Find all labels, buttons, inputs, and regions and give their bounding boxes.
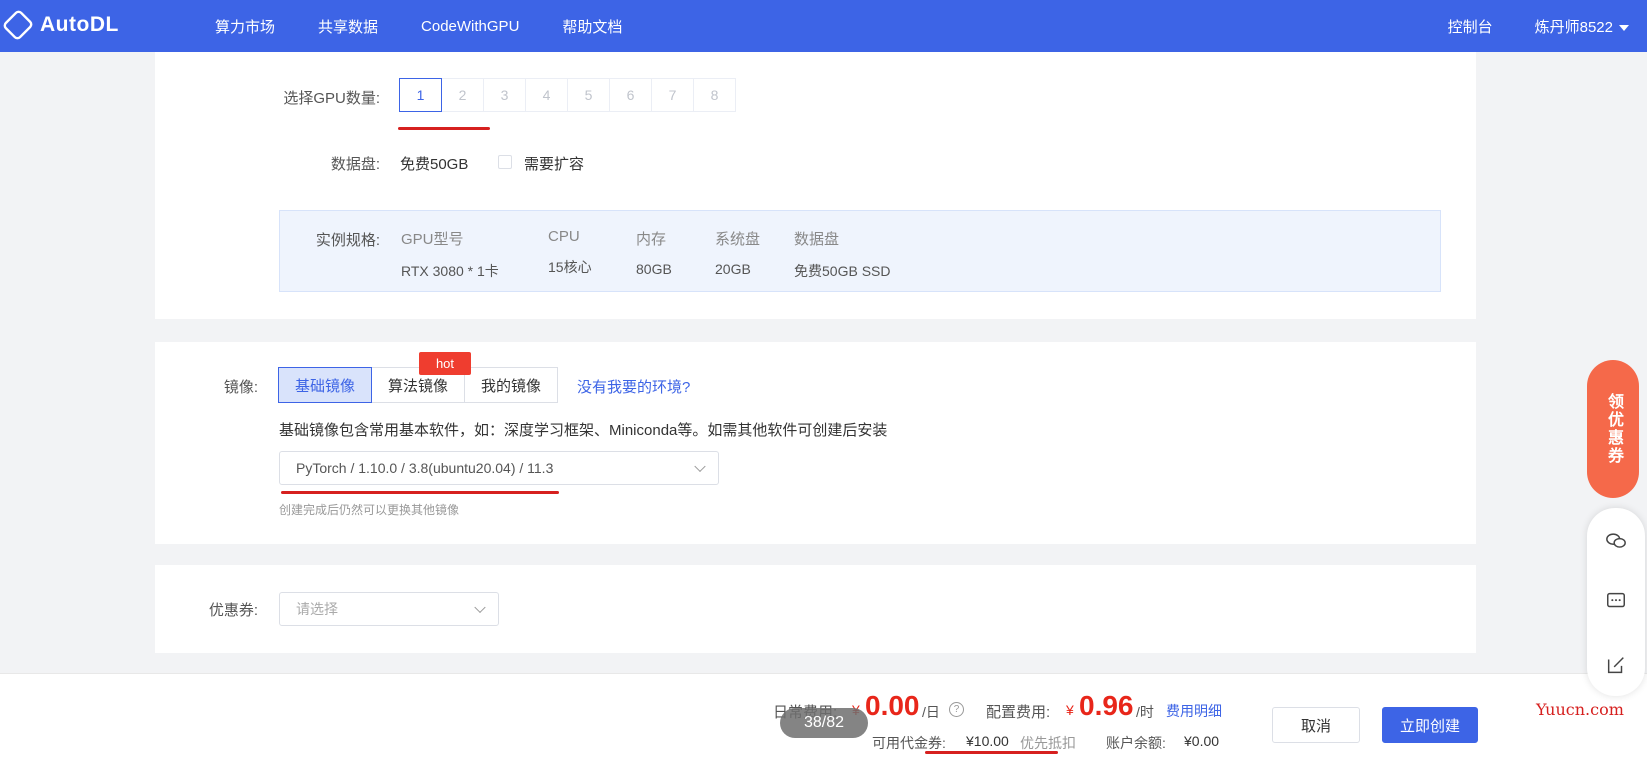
wechat-icon[interactable] [1605, 530, 1627, 552]
image-version-select[interactable]: PyTorch / 1.10.0 / 3.8(ubuntu20.04) / 11… [279, 451, 719, 485]
user-menu[interactable]: 炼丹师8522 [1535, 16, 1629, 37]
data-disk-free: 免费50GB [400, 156, 469, 173]
spec-val-system-disk: 20GB [715, 261, 751, 277]
console-link[interactable]: 控制台 [1448, 16, 1493, 37]
instance-spec-box: 实例规格: GPU型号 RTX 3080 * 1卡 CPU 15核心 内存 80… [279, 210, 1441, 292]
spec-head-gpu: GPU型号 [401, 231, 464, 248]
spec-col-system-disk: 系统盘 20GB [715, 228, 760, 277]
nav-help-docs[interactable]: 帮助文档 [562, 16, 622, 37]
edit-icon[interactable] [1605, 654, 1627, 676]
chevron-down-icon [694, 460, 706, 473]
gpu-count-option-8[interactable]: 8 [693, 78, 736, 112]
spec-val-cpu: 15核心 [548, 259, 592, 275]
annotation-underline [925, 751, 1058, 754]
chevron-down-icon [474, 601, 486, 614]
voucher-priority: 优先抵扣 [1020, 735, 1076, 751]
expand-disk-label: 需要扩容 [524, 156, 585, 173]
spec-head-system-disk: 系统盘 [715, 231, 761, 248]
spec-col-cpu: CPU 15核心 [548, 228, 592, 277]
daily-fee-value: 0.00 [865, 690, 920, 721]
spec-val-memory: 80GB [636, 261, 672, 277]
mirror-label: 镜像: [223, 379, 258, 396]
watermark-text: Yuucn.com [1536, 700, 1624, 719]
spec-val-data-disk: 免费50GB SSD [794, 263, 891, 279]
spec-head-cpu: CPU [548, 228, 580, 245]
gpu-count-option-3[interactable]: 3 [483, 78, 526, 112]
expand-disk-checkbox[interactable] [498, 155, 512, 169]
voucher-amount: ¥10.00 [966, 733, 1009, 749]
create-now-button[interactable]: 立即创建 [1382, 707, 1478, 743]
main-nav: 算力市场 共享数据 CodeWithGPU 帮助文档 [215, 0, 665, 52]
annotation-underline [398, 127, 490, 130]
coupon-placeholder: 请选择 [296, 601, 338, 617]
brand-name: AutoDL [40, 13, 119, 36]
coupon-select[interactable]: 请选择 [279, 592, 499, 626]
message-icon[interactable] [1605, 590, 1627, 612]
daily-fee-unit: /日 [922, 704, 940, 720]
gpu-count-option-7[interactable]: 7 [651, 78, 694, 112]
spec-val-gpu: RTX 3080 * 1卡 [401, 263, 499, 279]
nav-compute-market[interactable]: 算力市场 [215, 16, 275, 37]
page-indicator: 38/82 [780, 708, 868, 738]
gpu-count-option-4[interactable]: 4 [525, 78, 568, 112]
spec-label: 实例规格: [315, 232, 380, 249]
spec-col-memory: 内存 80GB [636, 228, 672, 277]
tab-my-image[interactable]: 我的镜像 [464, 367, 559, 403]
gpu-count-selector: 1 2 3 4 5 6 7 8 [399, 78, 736, 112]
hot-badge: hot [419, 352, 471, 375]
balance-label: 账户余额: [1106, 735, 1166, 751]
mirror-description: 基础镜像包含常用基本软件，如：深度学习框架、Miniconda等。如需其他软件可… [279, 422, 888, 439]
nav-codewithgpu[interactable]: CodeWithGPU [421, 18, 519, 35]
mirror-hint: 创建完成后仍然可以更换其他镜像 [279, 503, 460, 517]
spec-col-gpu: GPU型号 RTX 3080 * 1卡 [401, 228, 499, 281]
gpu-count-option-5[interactable]: 5 [567, 78, 610, 112]
voucher-label: 可用代金券: [872, 735, 946, 751]
gpu-count-option-2[interactable]: 2 [441, 78, 484, 112]
tab-base-image[interactable]: 基础镜像 [278, 367, 373, 403]
brand[interactable]: AutoDL [1, 8, 119, 42]
nav-shared-data[interactable]: 共享数据 [318, 16, 378, 37]
nav-right: 控制台 炼丹师8522 [1448, 0, 1629, 52]
spec-head-memory: 内存 [636, 231, 667, 248]
data-disk-label: 数据盘: [330, 156, 380, 173]
fee-detail-link[interactable]: 费用明细 [1166, 701, 1222, 721]
spec-col-data-disk: 数据盘 免费50GB SSD [794, 228, 890, 281]
get-coupon-float[interactable]: 领优惠券 [1587, 360, 1639, 498]
gpu-count-label: 选择GPU数量: [283, 90, 380, 107]
gpu-count-option-6[interactable]: 6 [609, 78, 652, 112]
caret-down-icon [1619, 24, 1629, 31]
annotation-underline [281, 491, 559, 494]
balance-value: ¥0.00 [1184, 733, 1220, 749]
help-icon[interactable]: ? [949, 702, 964, 717]
cancel-button[interactable]: 取消 [1272, 707, 1360, 743]
gpu-count-option-1[interactable]: 1 [399, 78, 442, 112]
coupon-label: 优惠券: [208, 602, 258, 619]
top-navbar: AutoDL 算力市场 共享数据 CodeWithGPU 帮助文档 控制台 炼丹… [0, 0, 1647, 52]
config-fee-value: 0.96 [1079, 690, 1134, 721]
missing-env-link[interactable]: 没有我要的环境? [577, 376, 690, 397]
config-fee-unit: /时 [1136, 704, 1154, 720]
config-fee-symbol: ¥ [1066, 702, 1074, 718]
config-fee-label: 配置费用: [986, 704, 1051, 721]
spec-head-data-disk: 数据盘 [794, 231, 840, 248]
image-version-value: PyTorch / 1.10.0 / 3.8(ubuntu20.04) / 11… [296, 460, 554, 476]
get-coupon-text: 领优惠券 [1605, 393, 1622, 465]
side-toolbar [1587, 508, 1645, 696]
autodl-logo-icon [1, 8, 35, 42]
user-name: 炼丹师8522 [1534, 18, 1613, 36]
